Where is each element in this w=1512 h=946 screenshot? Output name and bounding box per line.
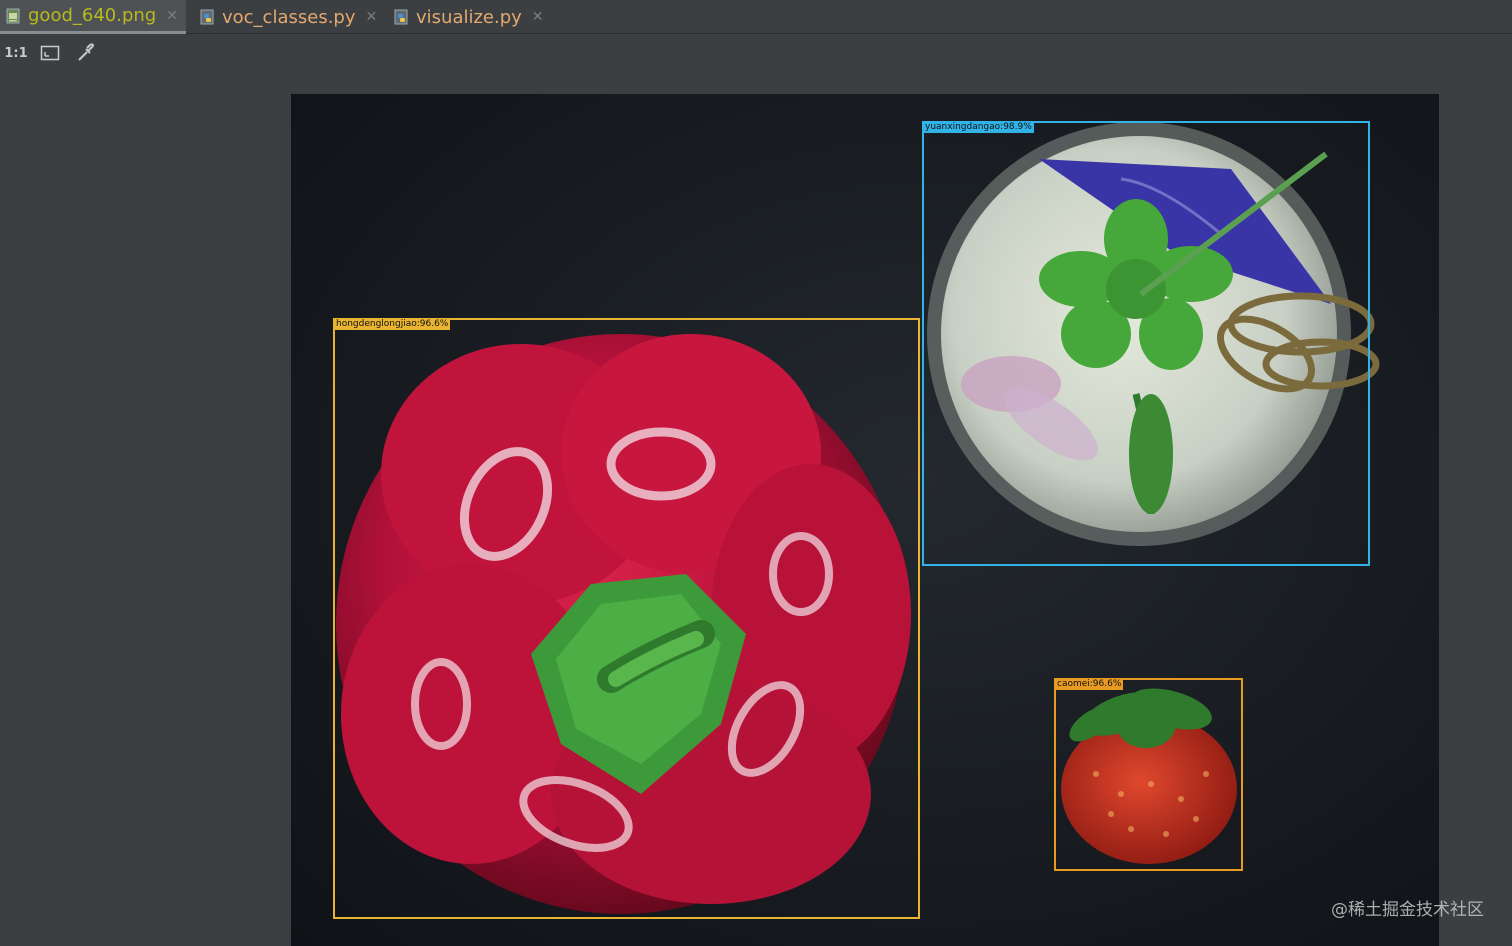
- detection-box-strawberry: caomei:96.6%: [1054, 678, 1243, 871]
- watermark: @稀土掘金技术社区: [1331, 900, 1484, 920]
- fit-to-window-button[interactable]: [40, 43, 60, 63]
- actual-size-button[interactable]: 1:1: [4, 43, 28, 63]
- tab-good-640-png[interactable]: good_640.png ✕: [0, 0, 186, 34]
- tab-label: good_640.png: [28, 5, 157, 26]
- image-file-icon: [6, 8, 20, 24]
- detection-label: hongdenglongjiao:96.6%: [334, 319, 451, 330]
- close-icon[interactable]: ✕: [366, 9, 378, 25]
- tab-visualize-py[interactable]: visualize.py ✕: [388, 0, 548, 34]
- fit-to-window-icon: [40, 45, 60, 61]
- tab-label: visualize.py: [416, 6, 522, 28]
- detection-box-pepper: hongdenglongjiao:96.6%: [333, 318, 920, 919]
- image-viewer-toolbar: 1:1: [0, 35, 1512, 71]
- close-icon[interactable]: ✕: [166, 8, 178, 24]
- detection-label: yuanxingdangao:98.9%: [923, 122, 1034, 133]
- python-file-icon: [394, 9, 408, 25]
- editor-tab-bar: good_640.png ✕ voc_classes.py ✕ visualiz…: [0, 0, 1512, 34]
- image-preview: hongdenglongjiao:96.6% yuanxingdangao:98…: [291, 94, 1439, 946]
- detection-box-cake: yuanxingdangao:98.9%: [922, 121, 1370, 566]
- actual-size-label: 1:1: [4, 45, 28, 61]
- close-icon[interactable]: ✕: [532, 9, 544, 25]
- python-file-icon: [200, 9, 214, 25]
- tab-voc-classes-py[interactable]: voc_classes.py ✕: [194, 0, 379, 34]
- color-picker-icon: [78, 43, 94, 61]
- color-picker-button[interactable]: [75, 43, 97, 63]
- detection-label: caomei:96.6%: [1055, 679, 1124, 690]
- tab-label: voc_classes.py: [222, 6, 356, 28]
